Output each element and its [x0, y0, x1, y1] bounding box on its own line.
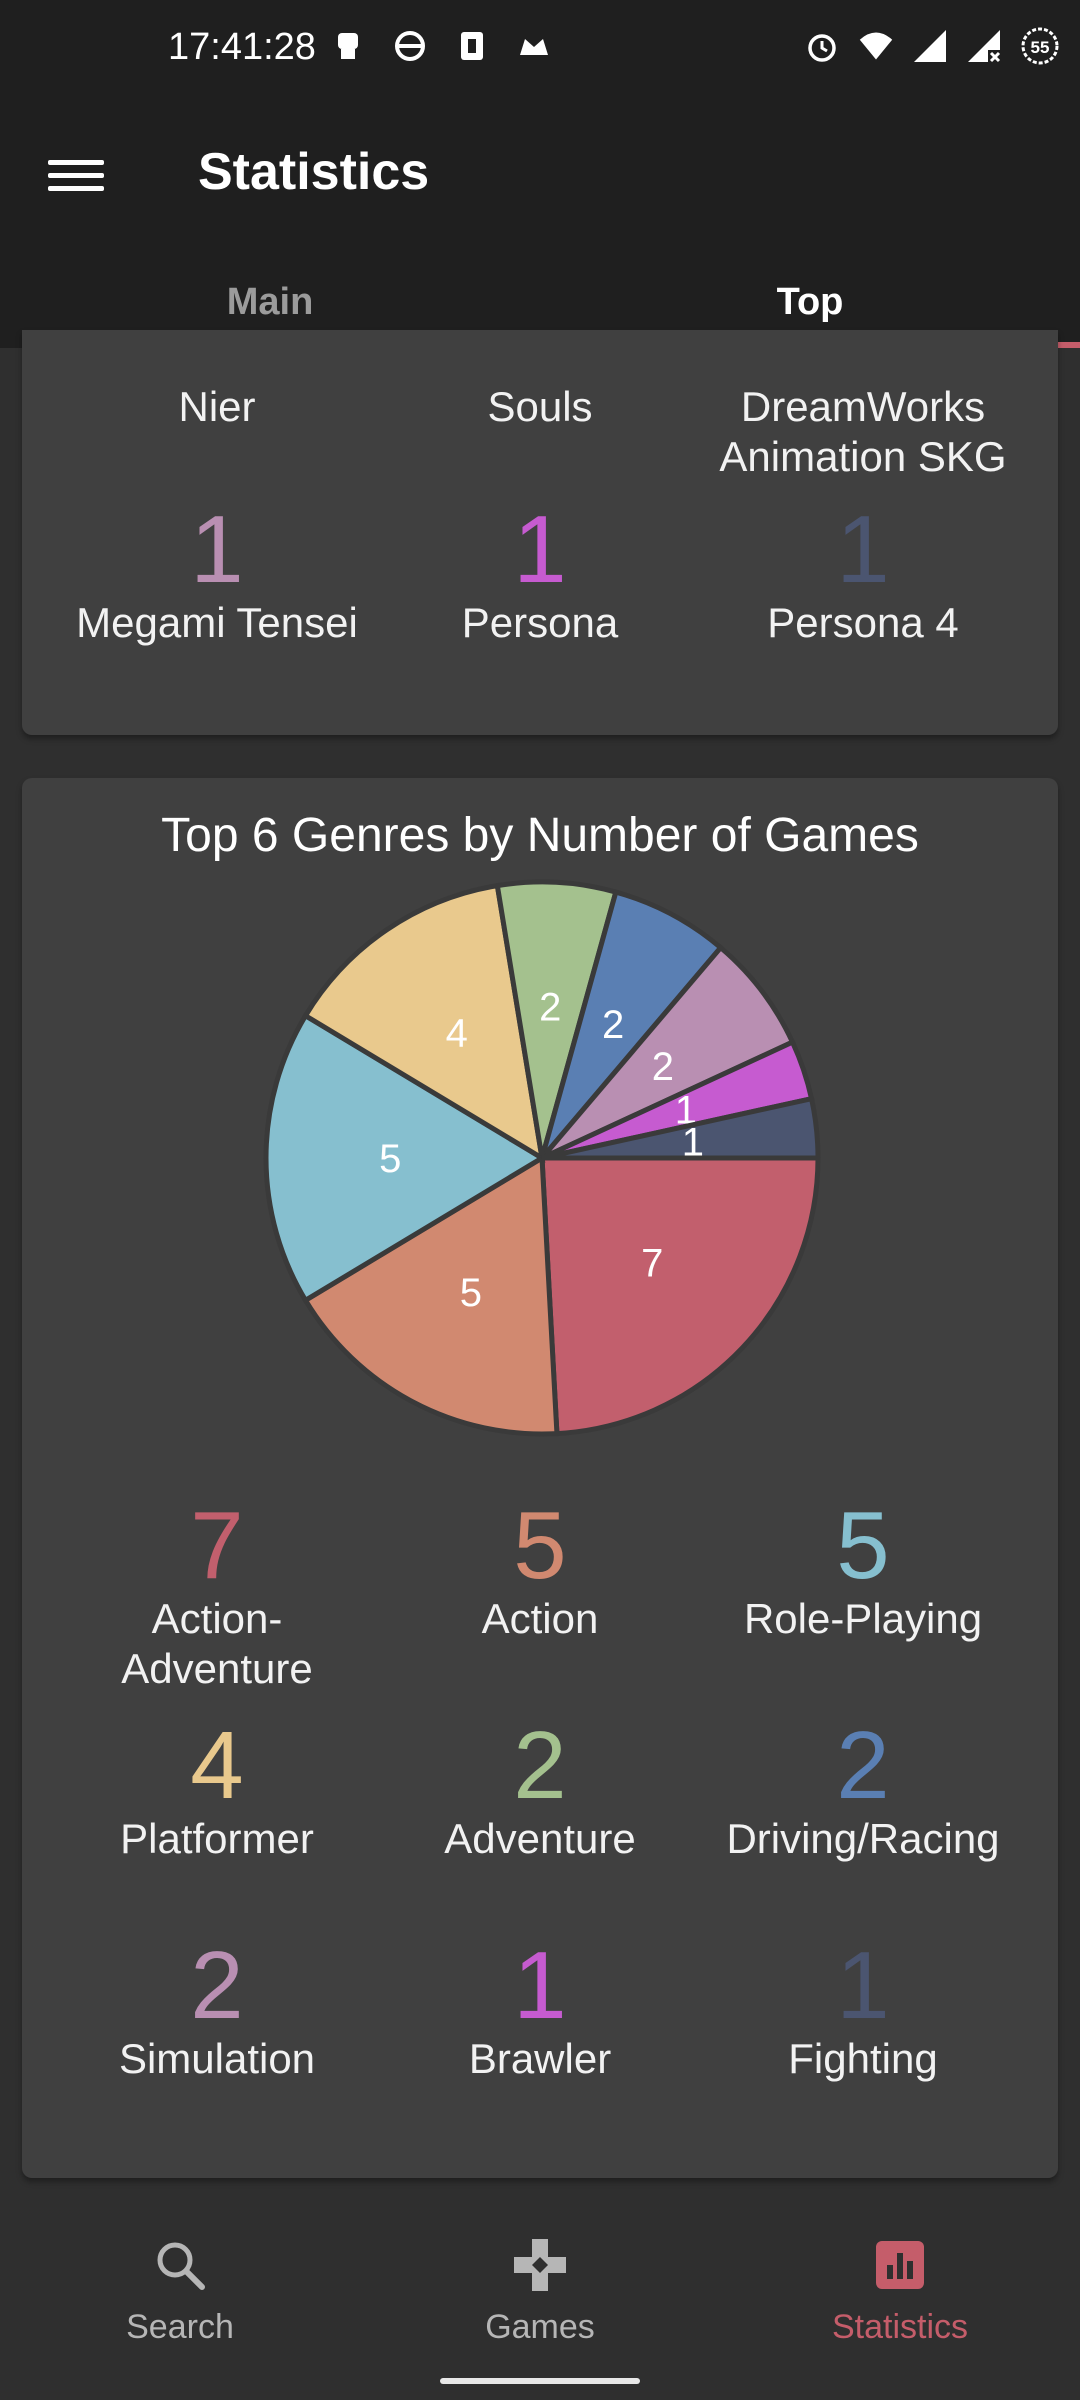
genre-name: Action — [481, 1595, 599, 1642]
franchise-name: Persona — [461, 599, 619, 646]
menu-icon[interactable] — [48, 152, 104, 208]
genre-pie-chart: 755422211 — [262, 878, 822, 1438]
bar-chart-icon — [790, 2230, 1010, 2300]
genre-name: Driving/Racing — [726, 1815, 1000, 1862]
franchise-stat: 1 Persona — [375, 502, 705, 648]
genre-name: Brawler — [468, 2035, 612, 2082]
genre-count: 1 — [836, 1932, 890, 2039]
genre-stat: 1 Brawler — [375, 1938, 705, 2084]
battery-icon: 55 — [1020, 27, 1060, 65]
franchise-label: Souls — [487, 383, 593, 430]
genre-stat: 2 Adventure — [375, 1718, 705, 1864]
genre-name: Role-Playing — [743, 1595, 983, 1642]
genre-count: 5 — [836, 1492, 890, 1599]
genre-count: 2 — [513, 1712, 567, 1819]
genre-count: 1 — [513, 1932, 567, 2039]
status-notification-icons — [330, 28, 552, 64]
signal-no-data-icon — [966, 28, 1002, 64]
pie-value-label: 4 — [446, 1011, 468, 1055]
pie-slice-action-adventure — [539, 1155, 821, 1437]
genre-stat: 5 Action — [375, 1498, 705, 1644]
genre-count: 2 — [836, 1712, 890, 1819]
battery-level: 55 — [1030, 38, 1050, 57]
top-genres-card: Top 6 Genres by Number of Games 75542221… — [22, 778, 1058, 2178]
genre-stat: 2 Simulation — [52, 1938, 382, 2084]
franchise-name: Persona 4 — [767, 599, 959, 646]
genre-count: 7 — [190, 1492, 244, 1599]
status-time: 17:41:28 — [168, 26, 316, 68]
home-indicator[interactable] — [440, 2378, 640, 2384]
pie-value-label: 7 — [641, 1241, 663, 1285]
nav-games-label: Games — [485, 2308, 595, 2346]
genre-count: 2 — [190, 1932, 244, 2039]
franchise-label: Nier — [178, 383, 256, 430]
alarm-icon — [804, 28, 840, 64]
app-bar: Statistics Main Top — [0, 96, 1080, 348]
genre-name: Simulation — [118, 2035, 316, 2082]
wifi-icon — [858, 28, 894, 64]
genre-count: 4 — [190, 1712, 244, 1819]
franchise-count: 1 — [513, 496, 567, 603]
pie-value-label: 2 — [539, 985, 561, 1029]
genre-name: Fighting — [788, 2035, 938, 2082]
genre-stat: 1 Fighting — [698, 1938, 1028, 2084]
signal-icon — [912, 28, 948, 64]
crown-icon — [516, 28, 552, 64]
nav-statistics-label: Statistics — [831, 2308, 969, 2346]
bottom-navigation: Search Games Statistics — [0, 2190, 1080, 2400]
nav-statistics[interactable]: Statistics — [790, 2230, 1010, 2347]
genre-stat: 2 Driving/Racing — [698, 1718, 1028, 1864]
pie-value-label: 5 — [379, 1137, 401, 1181]
genre-name: Platformer — [120, 1815, 314, 1862]
page-title: Statistics — [198, 143, 430, 201]
search-icon — [70, 2230, 290, 2300]
genre-count: 5 — [513, 1492, 567, 1599]
genre-stat: 7 Action-Adventure — [52, 1498, 382, 1694]
pie-value-label: 1 — [682, 1121, 704, 1165]
genre-name: Adventure — [444, 1815, 636, 1862]
genre-name: Action-Adventure — [121, 1595, 313, 1692]
genre-stat: 5 Role-Playing — [698, 1498, 1028, 1644]
franchise-count: 1 — [190, 496, 244, 603]
franchise-name: Megami Tensei — [76, 599, 358, 646]
pie-value-label: 5 — [460, 1271, 482, 1315]
nav-search[interactable]: Search — [70, 2230, 290, 2347]
status-bar: 17:41:28 55 — [0, 0, 1080, 96]
fist-icon — [330, 28, 366, 64]
card-icon — [454, 28, 490, 64]
steering-wheel-icon — [392, 28, 428, 64]
franchise-stat: 1 Persona 4 — [698, 502, 1028, 648]
pie-value-label: 2 — [652, 1045, 674, 1089]
franchise-stat: 1 Megami Tensei — [52, 502, 382, 648]
nav-search-label: Search — [126, 2308, 234, 2346]
nav-games[interactable]: Games — [430, 2230, 650, 2347]
pie-value-label: 2 — [602, 1003, 624, 1047]
chart-title: Top 6 Genres by Number of Games — [161, 809, 919, 862]
franchise-count: 1 — [836, 496, 890, 603]
gamepad-icon — [430, 2230, 650, 2300]
genre-stat: 4 Platformer — [52, 1718, 382, 1864]
top-franchises-card: Nier Souls DreamWorks Animation SKG 1 Me… — [22, 330, 1058, 735]
status-system-icons: 55 — [804, 27, 1060, 65]
franchise-label: DreamWorks Animation SKG — [719, 383, 1007, 480]
